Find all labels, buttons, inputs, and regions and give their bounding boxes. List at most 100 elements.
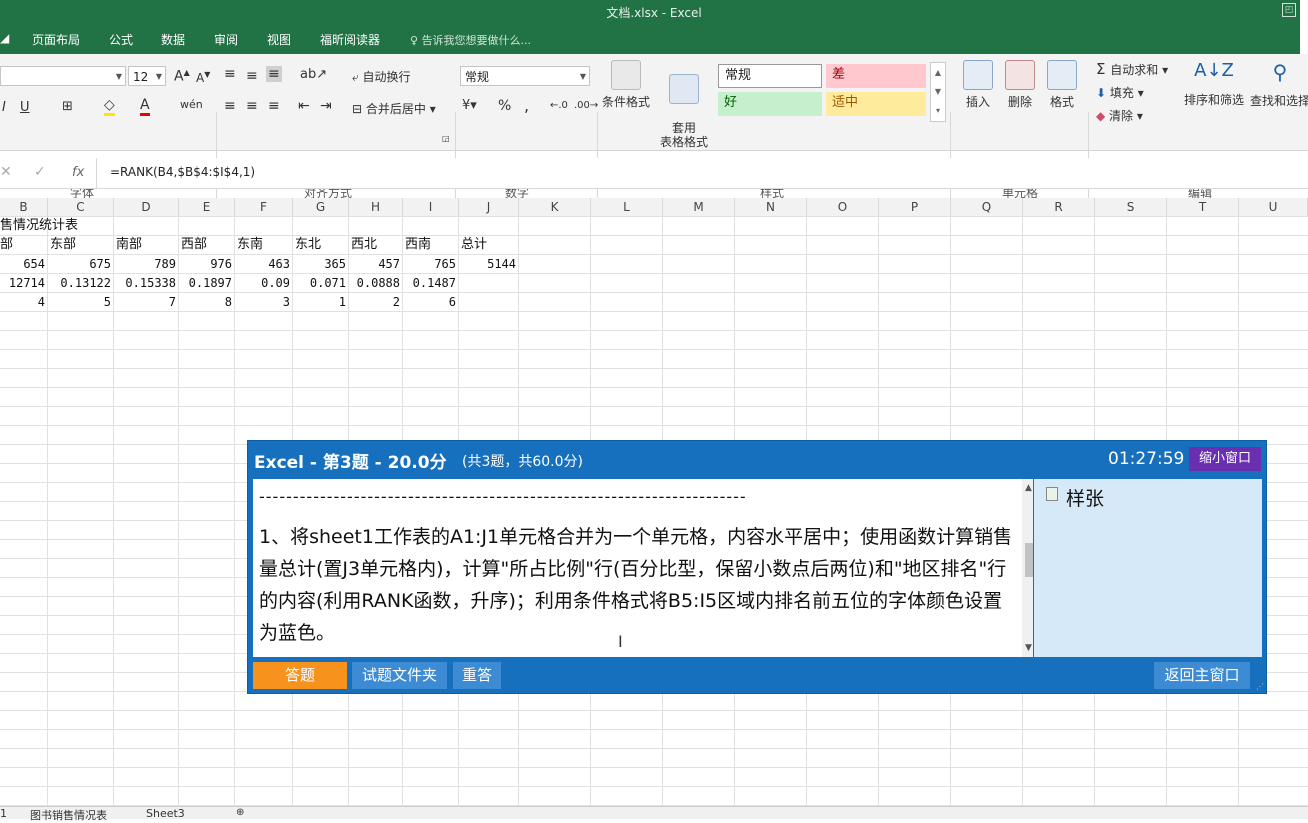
font-color-icon[interactable]: A <box>140 97 150 116</box>
format-as-table-button[interactable]: 套用 表格格式 <box>654 60 714 149</box>
style-good[interactable]: 好 <box>718 92 822 116</box>
cell-value[interactable]: 8 <box>179 293 232 312</box>
clear-button[interactable]: ◆ 清除 ▾ <box>1096 107 1143 124</box>
cell-value[interactable]: 0.071 <box>293 274 346 293</box>
cell-title[interactable]: 售情况统计表 <box>0 216 78 235</box>
tab-partial[interactable]: ◢ <box>0 31 9 45</box>
col-header[interactable]: L <box>591 198 663 216</box>
align-right-icon[interactable]: ≡ <box>268 98 280 114</box>
col-header[interactable]: T <box>1167 198 1239 216</box>
autosum-button[interactable]: Σ 自动求和 ▾ <box>1096 60 1168 78</box>
dialog-launcher-icon[interactable]: ◲ <box>442 134 450 143</box>
sheet-tab-book-sales[interactable]: 图书销售情况表 <box>30 807 107 823</box>
align-left-icon[interactable]: ≡ <box>224 98 236 114</box>
cell-value[interactable]: 0.1487 <box>403 274 456 293</box>
restore-icon[interactable]: ◰ <box>1282 3 1296 17</box>
align-top-icon[interactable]: ≡ <box>224 66 236 82</box>
formula-input[interactable]: =RANK(B4,$B$4:$I$4,1) <box>110 165 255 179</box>
cell-value[interactable]: 0.1897 <box>179 274 232 293</box>
cell-header[interactable]: 东南 <box>237 235 263 254</box>
answer-button[interactable]: 答题 <box>253 662 347 689</box>
italic-button[interactable]: I <box>2 100 6 115</box>
sample-link[interactable]: 样张 <box>1066 484 1104 511</box>
tab-review[interactable]: 审阅 <box>214 31 238 48</box>
cell-value[interactable]: 457 <box>349 255 400 274</box>
cell-value[interactable]: 3 <box>235 293 290 312</box>
delete-button[interactable]: 删除 <box>1000 60 1040 110</box>
enter-icon[interactable]: ✓ <box>34 164 46 180</box>
cell-value[interactable]: 5 <box>48 293 111 312</box>
grow-font-icon[interactable]: A▲ <box>174 68 190 85</box>
add-sheet-icon[interactable]: ⊕ <box>236 807 244 818</box>
fill-color-icon[interactable]: ◇ <box>104 97 115 116</box>
increase-decimal-icon[interactable]: ←.0 <box>550 100 568 111</box>
cell-value[interactable]: 0.0888 <box>349 274 400 293</box>
return-main-button[interactable]: 返回主窗口 <box>1154 662 1250 689</box>
col-header[interactable]: N <box>735 198 807 216</box>
merge-center-button[interactable]: ⊟ 合并后居中 ▾ <box>352 100 436 117</box>
cell-header[interactable]: 西南 <box>405 235 431 254</box>
style-normal[interactable]: 常规 <box>718 64 822 88</box>
col-header[interactable]: Q <box>951 198 1023 216</box>
cell-header[interactable]: 西部 <box>181 235 207 254</box>
cell-value[interactable]: 365 <box>293 255 346 274</box>
sheet-tab-1[interactable]: 1 <box>0 807 7 820</box>
underline-button[interactable]: U <box>20 100 30 115</box>
col-header[interactable]: C <box>48 198 114 216</box>
wrap-text-button[interactable]: ⤶ 自动换行 <box>352 68 411 85</box>
orientation-icon[interactable]: ab↗ <box>300 67 327 82</box>
cell-header[interactable]: 西北 <box>351 235 377 254</box>
cell-value[interactable]: 2 <box>349 293 400 312</box>
question-scrollbar[interactable]: ▲ ▼ <box>1022 479 1033 657</box>
tab-data[interactable]: 数据 <box>161 31 185 48</box>
shrink-window-button[interactable]: 缩小窗口 <box>1189 447 1261 471</box>
cell-value[interactable]: 4 <box>0 293 45 312</box>
cell-value[interactable]: 7 <box>114 293 176 312</box>
format-button[interactable]: 格式 <box>1042 60 1082 110</box>
cell-value[interactable]: 0.15338 <box>114 274 176 293</box>
insert-button[interactable]: 插入 <box>958 60 998 110</box>
col-header[interactable]: J <box>459 198 519 216</box>
cell-header[interactable]: 部 <box>0 235 13 254</box>
comma-button[interactable]: , <box>524 96 529 115</box>
tell-me-box[interactable]: ♀ 告诉我您想要做什么... <box>410 32 531 48</box>
tab-formulas[interactable]: 公式 <box>109 31 133 48</box>
question-folder-button[interactable]: 试题文件夹 <box>352 662 447 689</box>
col-header[interactable]: F <box>235 198 293 216</box>
conditional-format-button[interactable]: 条件格式 <box>600 60 652 110</box>
cell-value[interactable]: 976 <box>179 255 232 274</box>
sort-filter-button[interactable]: A↓Z 排序和筛选 <box>1182 60 1246 108</box>
cell-value[interactable]: 765 <box>403 255 456 274</box>
tab-foxit[interactable]: 福昕阅读器 <box>320 31 380 48</box>
align-bottom-icon[interactable]: ≡ <box>266 66 282 82</box>
tab-view[interactable]: 视图 <box>267 31 291 48</box>
find-select-button[interactable]: ⚲ 查找和选择 <box>1248 60 1308 109</box>
fill-button[interactable]: ⬇ 填充 ▾ <box>1096 84 1144 101</box>
cell-value[interactable]: 0.13122 <box>48 274 111 293</box>
align-middle-icon[interactable]: ≡ <box>246 68 258 84</box>
cell-header[interactable]: 南部 <box>116 235 142 254</box>
cell-value[interactable]: 0.09 <box>235 274 290 293</box>
number-format-combo[interactable]: 常规 ▼ <box>460 66 590 86</box>
shrink-font-icon[interactable]: A▼ <box>196 70 210 85</box>
currency-icon[interactable]: ¥▾ <box>462 98 477 113</box>
scroll-up-icon[interactable]: ▲ <box>1025 483 1032 493</box>
cell-header[interactable]: 总计 <box>461 235 487 254</box>
font-name-combo[interactable]: ▼ <box>0 66 126 86</box>
styles-scroll[interactable]: ▲ ▼ ▾ <box>930 62 946 122</box>
redo-button[interactable]: 重答 <box>453 662 501 689</box>
fx-icon[interactable]: fx <box>72 165 84 180</box>
col-header[interactable]: D <box>114 198 179 216</box>
phonetic-icon[interactable]: wén <box>180 98 203 111</box>
sheet-tab-sheet3[interactable]: Sheet3 <box>146 807 185 820</box>
style-bad[interactable]: 差 <box>826 64 926 88</box>
col-header[interactable]: U <box>1239 198 1308 216</box>
col-header[interactable]: G <box>293 198 349 216</box>
cell-header[interactable]: 东部 <box>50 235 76 254</box>
tab-page-layout[interactable]: 页面布局 <box>32 31 80 48</box>
cell-value[interactable]: 463 <box>235 255 290 274</box>
font-size-combo[interactable]: 12 ▼ <box>128 66 166 86</box>
scroll-thumb[interactable] <box>1025 543 1033 577</box>
col-header[interactable]: B <box>0 198 48 216</box>
col-header[interactable]: I <box>403 198 459 216</box>
